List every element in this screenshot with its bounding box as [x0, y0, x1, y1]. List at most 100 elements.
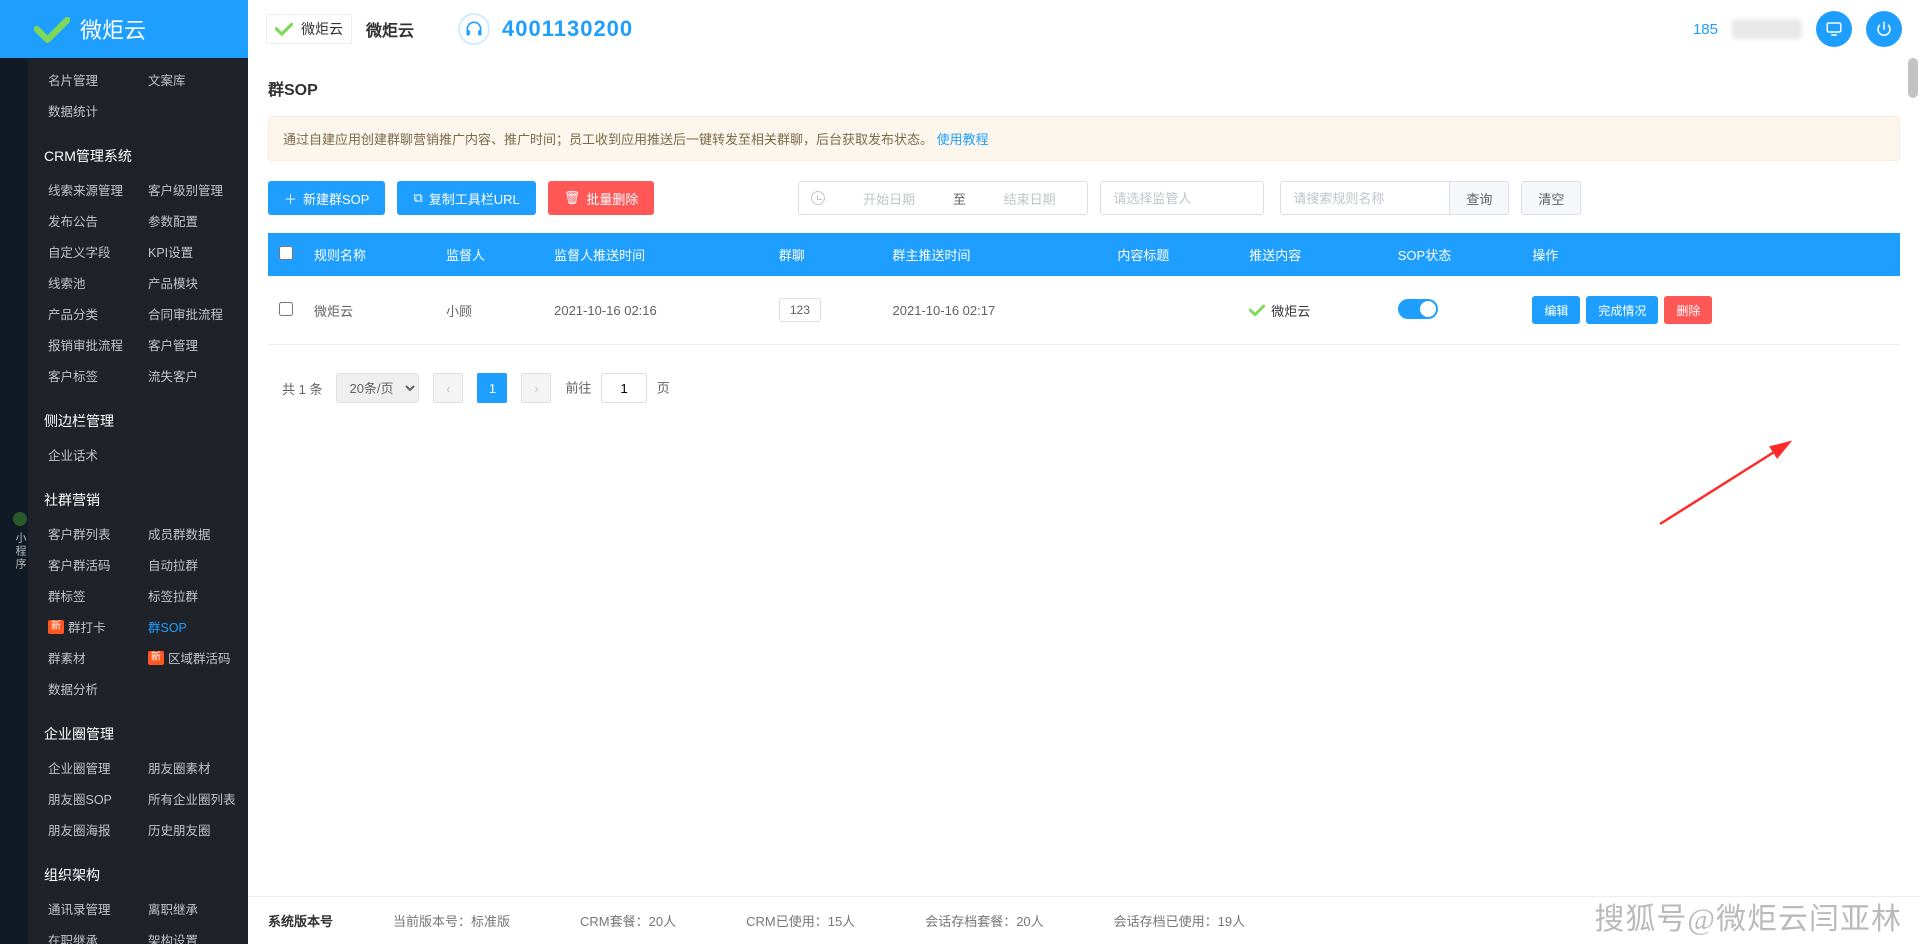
table-header	[268, 233, 304, 276]
trash-icon: 🗑	[564, 190, 581, 206]
sidebar-item[interactable]: 产品分类	[44, 298, 144, 329]
monitor-button[interactable]	[1816, 11, 1852, 47]
pager-prev-button[interactable]: ‹	[433, 373, 463, 403]
sidebar-item[interactable]: 客户管理	[144, 329, 244, 360]
sidebar-group-title: 社群营销	[28, 478, 248, 518]
row-checkbox[interactable]	[279, 302, 293, 316]
group-tag[interactable]: 123	[779, 298, 821, 322]
sidebar-item[interactable]: 自定义字段	[44, 236, 144, 267]
sidebar-item[interactable]: 企业圈管理	[44, 752, 144, 783]
sidebar-item[interactable]: 通讯录管理	[44, 893, 144, 924]
sidebar-item[interactable]: 朋友圈SOP	[44, 783, 144, 814]
sidebar-item[interactable]: 产品模块	[144, 267, 244, 298]
company-chip: 微炬云	[266, 14, 352, 44]
pager-jump: 前往 页	[565, 373, 669, 403]
header-right: 185	[1693, 0, 1902, 58]
sidebar-item[interactable]: 数据统计	[44, 95, 144, 126]
brand-name: 微炬云	[80, 13, 146, 45]
sidebar-item[interactable]: 群素材	[44, 642, 144, 673]
footer-stat: CRM套餐：20人	[580, 911, 676, 930]
table-header: 内容标题	[1107, 233, 1239, 276]
page-size-select[interactable]: 20条/页	[336, 373, 419, 403]
status-switch[interactable]	[1398, 299, 1438, 319]
sidebar-item[interactable]: 客户级别管理	[144, 174, 244, 205]
table-header: 监督人推送时间	[544, 233, 769, 276]
brand-mark-icon	[34, 15, 70, 43]
sidebar-item[interactable]	[144, 95, 244, 126]
search-button[interactable]: 查询	[1450, 181, 1509, 215]
supervisor-select[interactable]	[1100, 181, 1264, 215]
footer-label: 系统版本号	[268, 911, 333, 930]
delete-button[interactable]: 删除	[1664, 296, 1712, 324]
power-button[interactable]	[1866, 11, 1902, 47]
sidebar-item[interactable]: 企业话术	[44, 439, 144, 470]
sop-table: 规则名称监督人监督人推送时间群聊群主推送时间内容标题推送内容SOP状态操作 微炬…	[268, 233, 1900, 345]
headset-icon	[458, 13, 490, 45]
copy-url-button[interactable]: ⧉复制工具栏URL	[397, 181, 535, 215]
sidebar-item[interactable]: 客户标签	[44, 360, 144, 391]
new-badge: 新	[148, 651, 164, 665]
sidebar-item[interactable]: 朋友圈海报	[44, 814, 144, 845]
sidebar-item[interactable]: 成员群数据	[144, 518, 244, 549]
rail-miniapp[interactable]: 小程序	[12, 512, 28, 571]
push-content: 微炬云	[1249, 301, 1377, 320]
sidebar-item[interactable]: 文案库	[144, 64, 244, 95]
sidebar: 名片管理文案库数据统计CRM管理系统线索来源管理客户级别管理发布公告参数配置自定…	[28, 58, 248, 944]
topbar: 微炬云 微炬云 微炬云 4001130200 185	[0, 0, 1920, 58]
sidebar-item[interactable]: 线索池	[44, 267, 144, 298]
sidebar-item[interactable]: 新群打卡	[44, 611, 144, 642]
sidebar-item[interactable]: 客户群列表	[44, 518, 144, 549]
sidebar-item[interactable]: 所有企业圈列表	[144, 783, 244, 814]
main-content: 群SOP 通过自建应用创建群聊营销推广内容、推广时间；员工收到应用推送后一键转发…	[248, 58, 1920, 944]
footer-stat: 当前版本号：标准版	[393, 911, 510, 930]
sidebar-item[interactable]: 群SOP	[144, 611, 244, 642]
sidebar-item[interactable]	[144, 439, 244, 470]
scrollbar[interactable]	[1908, 58, 1918, 98]
sidebar-item[interactable]: 参数配置	[144, 205, 244, 236]
plus-icon: ＋	[284, 189, 297, 208]
pager-jump-input[interactable]	[601, 373, 647, 403]
date-range-picker[interactable]: 开始日期 至 结束日期	[798, 181, 1088, 215]
hotline-number: 4001130200	[502, 16, 633, 42]
sidebar-item[interactable]: 数据分析	[44, 673, 144, 704]
sidebar-group-title: 侧边栏管理	[28, 399, 248, 439]
clear-button[interactable]: 清空	[1521, 181, 1581, 215]
footer-stat: 会话存档套餐：20人	[925, 911, 1043, 930]
edit-button[interactable]: 编辑	[1532, 296, 1580, 324]
copy-icon: ⧉	[413, 190, 422, 206]
sidebar-item[interactable]: 朋友圈素材	[144, 752, 244, 783]
miniapp-icon	[13, 512, 27, 526]
sidebar-item[interactable]: 架构设置	[144, 924, 244, 944]
completion-button[interactable]: 完成情况	[1586, 296, 1658, 324]
sidebar-item[interactable]: 标签拉群	[144, 580, 244, 611]
header-bar: 微炬云 微炬云 4001130200	[248, 0, 1920, 58]
bulk-delete-button[interactable]: 🗑批量删除	[548, 181, 655, 215]
side-rail: 小程序 短信	[0, 58, 28, 944]
notice-tutorial-link[interactable]: 使用教程	[937, 132, 989, 147]
sidebar-item[interactable]: 客户群活码	[44, 549, 144, 580]
sidebar-item[interactable]	[144, 673, 244, 704]
pager-page-1[interactable]: 1	[477, 373, 507, 403]
sidebar-item[interactable]: 流失客户	[144, 360, 244, 391]
sidebar-item[interactable]: 合同审批流程	[144, 298, 244, 329]
new-sop-button[interactable]: ＋新建群SOP	[268, 181, 385, 215]
sidebar-item[interactable]: 名片管理	[44, 64, 144, 95]
sidebar-item[interactable]: 自动拉群	[144, 549, 244, 580]
select-all-checkbox[interactable]	[279, 246, 293, 260]
sidebar-item[interactable]: 历史朋友圈	[144, 814, 244, 845]
sidebar-item[interactable]: 报销审批流程	[44, 329, 144, 360]
header-title: 微炬云	[366, 17, 414, 41]
table-row: 微炬云小顾2021-10-16 02:161232021-10-16 02:17…	[268, 276, 1900, 345]
sidebar-item[interactable]: 线索来源管理	[44, 174, 144, 205]
sidebar-item[interactable]: 在职继承	[44, 924, 144, 944]
pager-next-button[interactable]: ›	[521, 373, 551, 403]
sidebar-item[interactable]: 离职继承	[144, 893, 244, 924]
sidebar-item[interactable]: KPI设置	[144, 236, 244, 267]
table-header: 操作	[1522, 233, 1900, 276]
table-header: 群聊	[769, 233, 883, 276]
sidebar-group-title: 组织架构	[28, 853, 248, 893]
sidebar-item[interactable]: 新区域群活码	[144, 642, 244, 673]
rule-search-input[interactable]	[1280, 181, 1450, 215]
sidebar-item[interactable]: 发布公告	[44, 205, 144, 236]
sidebar-item[interactable]: 群标签	[44, 580, 144, 611]
